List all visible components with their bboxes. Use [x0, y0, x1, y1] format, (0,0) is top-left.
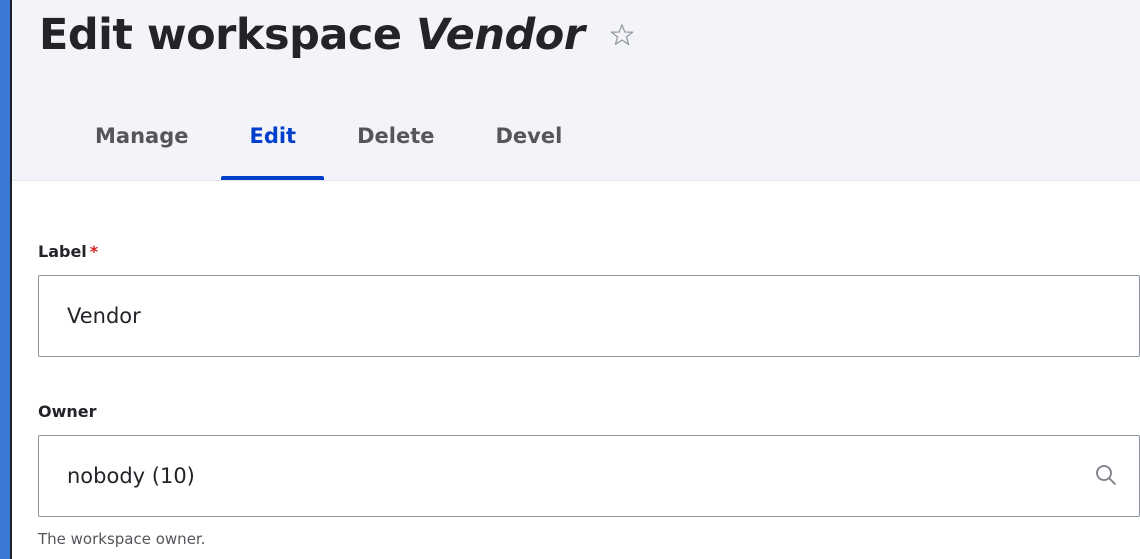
page-title-prefix: Edit workspace — [39, 10, 402, 60]
tab-devel-label: Devel — [495, 124, 563, 148]
page-frame: Edit workspace Vendor Manage Edit Delete… — [10, 0, 1140, 559]
tab-delete-label: Delete — [357, 124, 435, 148]
tab-edit[interactable]: Edit — [221, 106, 324, 180]
label-field-label: Label * — [38, 242, 98, 261]
search-icon — [1094, 463, 1118, 491]
label-input[interactable] — [38, 275, 1140, 357]
tab-devel[interactable]: Devel — [468, 106, 591, 180]
label-field-label-text: Label — [38, 242, 87, 261]
star-outline-icon[interactable] — [609, 9, 635, 59]
page-header: Edit workspace Vendor Manage Edit Delete… — [12, 0, 1140, 181]
required-marker: * — [89, 242, 99, 261]
tab-manage[interactable]: Manage — [67, 106, 216, 180]
owner-field-description: The workspace owner. — [38, 530, 206, 548]
owner-autocomplete-wrapper — [38, 435, 1140, 517]
owner-field-label-text: Owner — [38, 402, 97, 421]
local-tasks-tabs: Manage Edit Delete Devel — [67, 106, 595, 180]
page-title-workspace-name: Vendor — [416, 10, 585, 60]
owner-autocomplete-input[interactable] — [38, 435, 1140, 517]
page-title: Edit workspace Vendor — [39, 10, 635, 60]
tab-delete[interactable]: Delete — [329, 106, 462, 180]
owner-field-label: Owner — [38, 402, 97, 421]
tab-manage-label: Manage — [95, 124, 189, 148]
tab-edit-label: Edit — [249, 124, 297, 148]
